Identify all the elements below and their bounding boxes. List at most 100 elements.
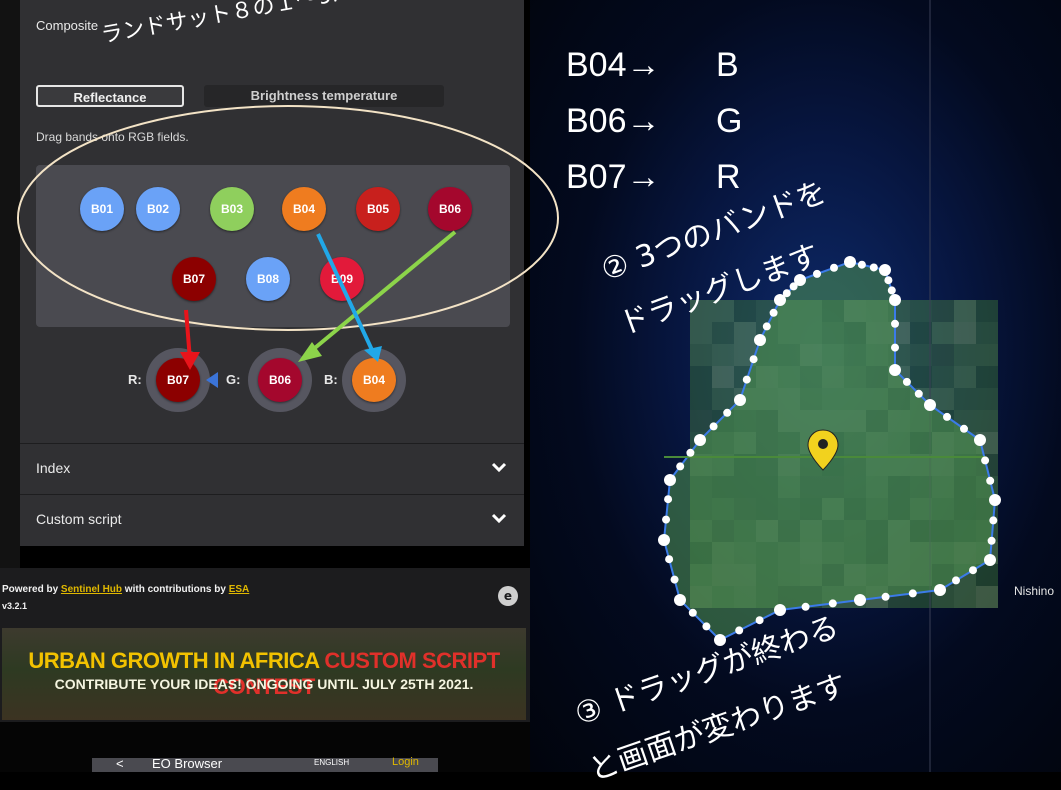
mapping-row: B04→ B [566, 46, 739, 85]
map-pixel [690, 366, 712, 388]
polygon-vertex [908, 589, 917, 598]
red-arrow-head [180, 352, 200, 370]
blue-arrow [316, 233, 374, 351]
polygon-vertex [879, 264, 891, 276]
polygon-vertex [754, 334, 766, 346]
polygon-vertex [662, 515, 671, 524]
swap-arrow-icon [206, 372, 218, 388]
polygon-vertex [723, 408, 732, 417]
polygon-vertex [881, 592, 890, 601]
polygon-vertex [989, 516, 998, 525]
annotation-ellipse [17, 105, 559, 331]
map-pixel [976, 410, 998, 432]
map-pixel [976, 322, 998, 344]
polygon-vertex [762, 322, 771, 331]
polygon-vertex [709, 422, 718, 431]
polygon-vertex [891, 319, 899, 328]
polygon-vertex [984, 554, 996, 566]
polygon-vertex [830, 263, 838, 272]
map-pixel [690, 344, 712, 366]
polygon-vertex [884, 276, 893, 285]
polygon-vertex [857, 260, 866, 269]
polygon-vertex [891, 343, 899, 352]
blue-arrow-head [364, 346, 382, 362]
polygon-vertex [969, 566, 977, 575]
polygon-vertex [774, 604, 786, 616]
polygon-vertex [664, 474, 676, 486]
polygon-vertex [702, 622, 711, 631]
polygon-vertex [981, 456, 990, 465]
map-pixel [954, 388, 976, 410]
polygon-vertex [869, 263, 878, 272]
polygon-vertex [952, 576, 960, 585]
polygon-vertex [987, 536, 996, 545]
polygon-vertex [914, 389, 923, 398]
polygon-vertex [769, 308, 778, 317]
polygon-vertex [749, 355, 758, 364]
polygon-vertex [782, 289, 791, 298]
map-pixel [954, 344, 976, 366]
polygon-vertex [755, 616, 764, 625]
map-pixel [712, 322, 734, 344]
polygon-vertex [934, 584, 946, 596]
polygon-vertex [887, 286, 896, 295]
polygon-vertex [665, 555, 674, 564]
map-pixel [976, 300, 998, 322]
map-pixel [734, 322, 756, 344]
map-pixel [932, 366, 954, 388]
polygon-vertex [854, 594, 866, 606]
polygon-vertex [676, 462, 685, 471]
polygon-vertex [674, 594, 686, 606]
polygon-vertex [974, 434, 986, 446]
polygon-vertex [734, 394, 746, 406]
polygon-vertex [742, 375, 751, 384]
map-pixel [932, 300, 954, 322]
map-pixel [734, 300, 756, 322]
map-pixel [910, 300, 932, 322]
map-pixel [712, 344, 734, 366]
mapping-dst: G [716, 102, 743, 140]
map-pixel [690, 322, 712, 344]
map-pixel [910, 366, 932, 388]
map-pixel [976, 366, 998, 388]
polygon-vertex [986, 476, 995, 485]
map-pixel [954, 586, 976, 608]
mapping-src: B07→ [566, 158, 661, 196]
map-pixel [954, 300, 976, 322]
polygon-vertex [694, 434, 706, 446]
map-place-label: Nishino [1014, 584, 1055, 598]
mapping-row: B06→ G [566, 102, 742, 141]
map-pixel [954, 322, 976, 344]
green-arrow [308, 230, 457, 354]
polygon-vertex [924, 399, 936, 411]
polygon-vertex [889, 294, 901, 306]
mapping-src: B04→ [566, 46, 661, 84]
polygon-vertex [686, 448, 695, 457]
polygon-vertex [960, 424, 968, 433]
map-pixel [932, 344, 954, 366]
map-pixel [712, 366, 734, 388]
map-pixel [976, 388, 998, 410]
polygon-vertex [658, 534, 670, 546]
map-pixel [910, 344, 932, 366]
polygon-vertex [670, 575, 679, 584]
map-pixel [690, 388, 712, 410]
mapping-src: B06→ [566, 102, 661, 140]
polygon-vertex [844, 256, 856, 268]
map-pixel [954, 366, 976, 388]
map-overlay [17, 0, 1001, 772]
map-pixel [690, 410, 712, 432]
map-pixel [910, 322, 932, 344]
mapping-row: B07→ R [566, 158, 741, 197]
polygon-vertex [989, 494, 1001, 506]
mapping-dst: R [716, 158, 741, 196]
map-pixel [932, 322, 954, 344]
polygon-vertex [902, 377, 911, 386]
map-pixel [712, 388, 734, 410]
mapping-dst: B [716, 46, 739, 84]
polygon-vertex [688, 608, 697, 617]
polygon-vertex [664, 495, 673, 504]
polygon-vertex [943, 412, 951, 421]
map-pixel [976, 586, 998, 608]
map-pixel [976, 344, 998, 366]
